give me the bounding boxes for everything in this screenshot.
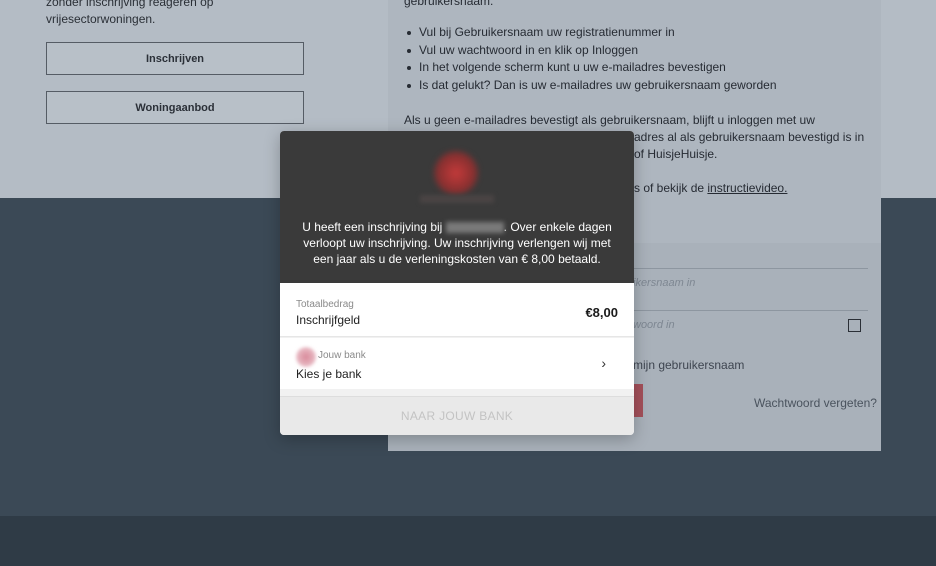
bank-icon bbox=[296, 347, 316, 367]
renewal-payment-modal: U heeft een inschrijving bij . Over enke… bbox=[280, 131, 634, 435]
info-paragraph-line3: of HuisjeHuisje. bbox=[634, 147, 718, 161]
instruction-item: Vul bij Gebruikersnaam uw registratienum… bbox=[404, 24, 777, 42]
inschrijven-button[interactable]: Inschrijven bbox=[46, 42, 304, 75]
bank-select-row[interactable]: Jouw bank Kies je bank › bbox=[280, 338, 634, 389]
instruction-item: Vul uw wachtwoord in en klik op Inloggen bbox=[404, 42, 777, 60]
info-paragraph-line2: adres al als gebruikersnaam bevestigd is… bbox=[634, 130, 865, 144]
password-input[interactable]: woord in bbox=[633, 319, 675, 331]
username-field-line bbox=[628, 268, 868, 269]
left-intro-line2: vrijesectorwoningen. bbox=[46, 12, 156, 26]
left-intro-text: zonder inschrijving reageren op vrijesec… bbox=[46, 0, 213, 28]
instruction-item: Is dat gelukt? Dan is uw e-mailadres uw … bbox=[404, 77, 777, 95]
bank-small-label: Jouw bank bbox=[318, 350, 366, 361]
info-paragraph-line1: Als u geen e-mailadres bevestigt als geb… bbox=[404, 113, 815, 127]
modal-header: U heeft een inschrijving bij . Over enke… bbox=[280, 131, 634, 283]
info-top-text: gebruikersnaam. bbox=[404, 0, 494, 8]
pay-via-bank-button[interactable]: NAAR JOUW BANK bbox=[280, 396, 634, 435]
instructievideo-link[interactable]: instructievideo. bbox=[707, 181, 787, 195]
show-password-checkbox[interactable] bbox=[848, 319, 861, 332]
instruction-item: In het volgende scherm kunt u uw e-maila… bbox=[404, 59, 777, 77]
left-intro-line1: zonder inschrijving reageren op bbox=[46, 0, 214, 9]
username-input[interactable]: ikersnaam in bbox=[633, 277, 695, 289]
blurred-organization-name bbox=[445, 222, 504, 234]
info-paragraph-line4: s of bekijk de instructievideo. bbox=[634, 180, 787, 197]
page-footer bbox=[0, 516, 936, 566]
instruction-list: Vul bij Gebruikersnaam uw registratienum… bbox=[404, 24, 777, 95]
woningaanbod-button[interactable]: Woningaanbod bbox=[46, 91, 304, 124]
renewal-message-pre: U heeft een inschrijving bij bbox=[302, 220, 443, 234]
info-line4-text: s of bekijk de bbox=[634, 181, 705, 195]
amount-row: Totaalbedrag Inschrijfgeld €8,00 bbox=[280, 283, 634, 337]
forgot-password-link[interactable]: Wachtwoord vergeten? bbox=[754, 396, 877, 410]
choose-bank-label: Kies je bank bbox=[296, 367, 362, 381]
organization-logo bbox=[434, 151, 478, 195]
remember-username-label[interactable]: mijn gebruikersnaam bbox=[633, 358, 744, 372]
renewal-message: U heeft een inschrijving bij . Over enke… bbox=[296, 219, 618, 267]
item-label: Inschrijfgeld bbox=[296, 313, 361, 327]
organization-logo-text bbox=[420, 195, 494, 203]
total-label: Totaalbedrag bbox=[296, 299, 354, 310]
chevron-right-icon: › bbox=[601, 355, 606, 371]
password-field-line bbox=[628, 310, 868, 311]
amount-value: €8,00 bbox=[585, 305, 618, 320]
